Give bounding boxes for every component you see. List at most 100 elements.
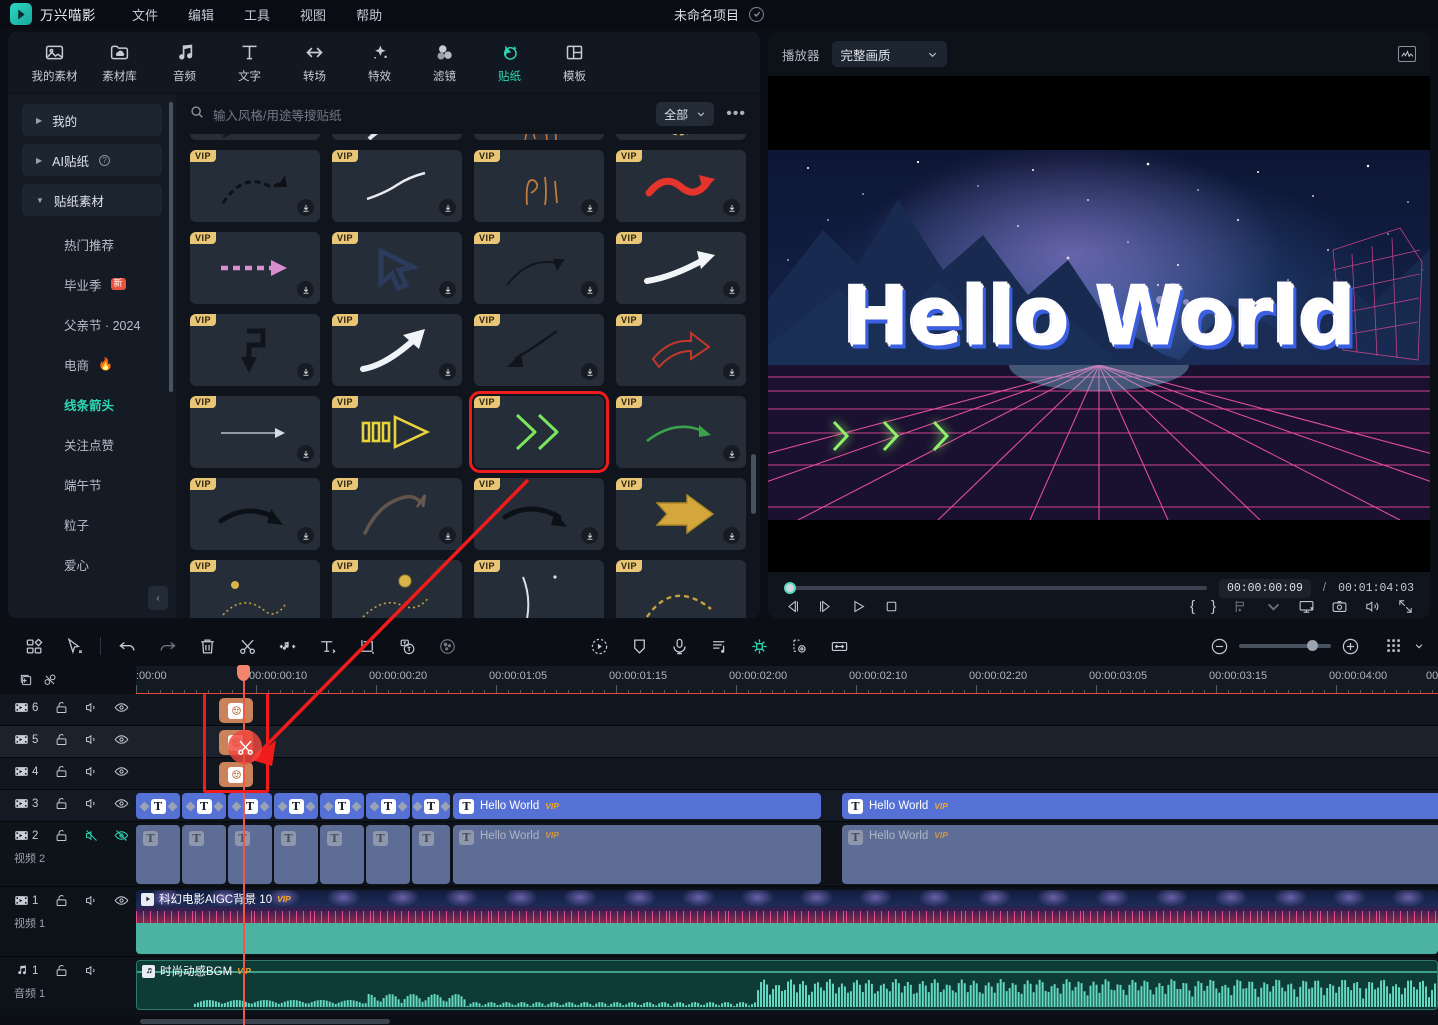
sticker-cell[interactable]: VIP bbox=[616, 314, 746, 386]
sticker-cell[interactable]: VIP bbox=[474, 232, 604, 304]
lock-icon[interactable] bbox=[46, 893, 76, 908]
download-icon[interactable] bbox=[723, 199, 740, 216]
visibility-icon[interactable] bbox=[106, 828, 136, 843]
download-icon[interactable] bbox=[439, 281, 456, 298]
playhead-ruler[interactable] bbox=[243, 666, 245, 694]
sidebar-item-hearts[interactable]: 爱心 bbox=[8, 544, 176, 584]
zoom-slider[interactable] bbox=[1239, 644, 1331, 648]
lock-icon[interactable] bbox=[46, 796, 76, 811]
fullscreen-button[interactable] bbox=[1397, 598, 1414, 615]
download-icon[interactable] bbox=[581, 281, 598, 298]
text-clip-small-dim[interactable]: T bbox=[136, 825, 180, 884]
tool-text[interactable]: 文字 bbox=[217, 34, 282, 92]
mask-button[interactable] bbox=[619, 630, 659, 662]
sticker-cell[interactable]: VIP bbox=[474, 314, 604, 386]
chevron-down-icon[interactable] bbox=[1414, 641, 1424, 651]
lock-icon[interactable] bbox=[46, 700, 76, 715]
mute-icon[interactable] bbox=[76, 796, 106, 811]
menu-item-edit[interactable]: 编辑 bbox=[188, 5, 214, 24]
mute-icon[interactable] bbox=[76, 893, 106, 908]
download-icon[interactable] bbox=[581, 199, 598, 216]
tool-transitions[interactable]: 转场 bbox=[282, 34, 347, 92]
zoom-in-button[interactable] bbox=[1341, 637, 1360, 656]
text-clip-small[interactable]: T bbox=[228, 793, 272, 819]
sidebar-group-sticker-assets[interactable]: ▼ 贴纸素材 bbox=[22, 184, 162, 216]
lock-icon[interactable] bbox=[46, 732, 76, 747]
sticker-cell[interactable]: VIP bbox=[332, 232, 462, 304]
sidebar-group-mine[interactable]: ▶ 我的 bbox=[22, 104, 162, 136]
audio-clip-bgm[interactable]: 时尚动感BGM VIP bbox=[136, 960, 1438, 1010]
mute-icon[interactable] bbox=[76, 963, 106, 978]
text-clip-small-dim[interactable]: T bbox=[320, 825, 364, 884]
mute-icon[interactable] bbox=[76, 828, 106, 843]
next-frame-button[interactable] bbox=[817, 598, 834, 615]
text-clip-small-dim[interactable]: T bbox=[274, 825, 318, 884]
text-clip-small[interactable]: T bbox=[320, 793, 364, 819]
snapshot-button[interactable] bbox=[1331, 598, 1348, 615]
audio-mixer-button[interactable] bbox=[699, 630, 739, 662]
timeline-ruler[interactable]: :00:0000:00:00:1000:00:00:2000:00:01:050… bbox=[136, 666, 1438, 694]
sticker-cell[interactable]: VIP bbox=[190, 560, 320, 618]
speech-to-text-button[interactable] bbox=[387, 630, 427, 662]
text-clip-hello-world-dim-1[interactable]: T Hello World VIP bbox=[453, 825, 821, 884]
analytics-icon[interactable] bbox=[1398, 46, 1416, 62]
sticker-cell[interactable]: VIP bbox=[474, 150, 604, 222]
sticker-cell[interactable]: VIP bbox=[474, 560, 604, 618]
unlink-audio-button[interactable] bbox=[42, 672, 58, 688]
text-clip-small-dim[interactable]: T bbox=[228, 825, 272, 884]
filter-dropdown[interactable]: 全部 bbox=[656, 102, 714, 126]
menu-item-tools[interactable]: 工具 bbox=[244, 5, 270, 24]
undo-button[interactable] bbox=[107, 630, 147, 662]
track-body[interactable]: TTTTTTT T Hello World VIP T Hello World … bbox=[136, 822, 1438, 886]
download-icon[interactable] bbox=[439, 527, 456, 544]
sticker-clip-1[interactable] bbox=[219, 698, 253, 723]
zoom-slider-handle[interactable] bbox=[1307, 640, 1318, 651]
split-marker-button[interactable] bbox=[1232, 598, 1249, 615]
text-clip-hello-world-2[interactable]: T Hello World VIP bbox=[842, 793, 1438, 819]
quality-dropdown[interactable]: 完整画质 bbox=[832, 41, 947, 67]
search-input[interactable]: 输入风格/用途等搜贴纸 bbox=[190, 105, 656, 124]
menu-item-file[interactable]: 文件 bbox=[132, 5, 158, 24]
panel-grid-button[interactable] bbox=[14, 630, 54, 662]
sticker-cell[interactable]: VIP bbox=[190, 314, 320, 386]
sidebar-item-line-arrows[interactable]: 线条箭头 bbox=[8, 384, 176, 424]
lock-icon[interactable] bbox=[46, 828, 76, 843]
timeline-horizontal-scrollbar[interactable] bbox=[140, 1019, 390, 1024]
grid-scrollbar[interactable] bbox=[751, 454, 756, 514]
sticker-cell[interactable]: VIP bbox=[332, 314, 462, 386]
tool-effects[interactable]: 特效 bbox=[347, 34, 412, 92]
tool-media-library[interactable]: 素材库 bbox=[87, 34, 152, 92]
sticker-cell[interactable]: VIP bbox=[616, 396, 746, 468]
track-body[interactable] bbox=[136, 758, 1438, 789]
text-clip-small[interactable]: T bbox=[412, 793, 450, 819]
redo-button[interactable] bbox=[147, 630, 187, 662]
play-button[interactable] bbox=[850, 598, 867, 615]
download-icon[interactable] bbox=[297, 445, 314, 462]
help-icon[interactable]: ? bbox=[99, 155, 110, 166]
tool-filters[interactable]: 滤镜 bbox=[412, 34, 477, 92]
chevron-down-icon[interactable] bbox=[1265, 598, 1282, 615]
add-track-button[interactable] bbox=[18, 672, 34, 688]
tool-templates[interactable]: 模板 bbox=[542, 34, 607, 92]
playhead-handle[interactable] bbox=[237, 665, 250, 681]
download-icon[interactable] bbox=[439, 199, 456, 216]
download-icon[interactable] bbox=[723, 281, 740, 298]
lock-icon[interactable] bbox=[46, 963, 76, 978]
prev-frame-button[interactable] bbox=[784, 598, 801, 615]
visibility-icon[interactable] bbox=[106, 796, 136, 811]
text-clip-small-dim[interactable]: T bbox=[182, 825, 226, 884]
sidebar-item-hot[interactable]: 热门推荐 bbox=[8, 224, 176, 264]
fit-timeline-button[interactable] bbox=[819, 630, 859, 662]
text-clip-small-dim[interactable]: T bbox=[412, 825, 450, 884]
download-icon[interactable] bbox=[297, 527, 314, 544]
tool-my-media[interactable]: 我的素材 bbox=[22, 34, 87, 92]
track-body[interactable]: 科幻电影AIGC背景 10 VIP bbox=[136, 887, 1438, 956]
display-settings-button[interactable] bbox=[1298, 598, 1315, 615]
sticker-cell[interactable]: VIP bbox=[190, 396, 320, 468]
seek-handle[interactable] bbox=[784, 582, 796, 594]
lock-icon[interactable] bbox=[46, 764, 76, 779]
visibility-icon[interactable] bbox=[106, 732, 136, 747]
zoom-out-button[interactable] bbox=[1210, 637, 1229, 656]
add-text-button[interactable] bbox=[307, 630, 347, 662]
delete-button[interactable] bbox=[187, 630, 227, 662]
